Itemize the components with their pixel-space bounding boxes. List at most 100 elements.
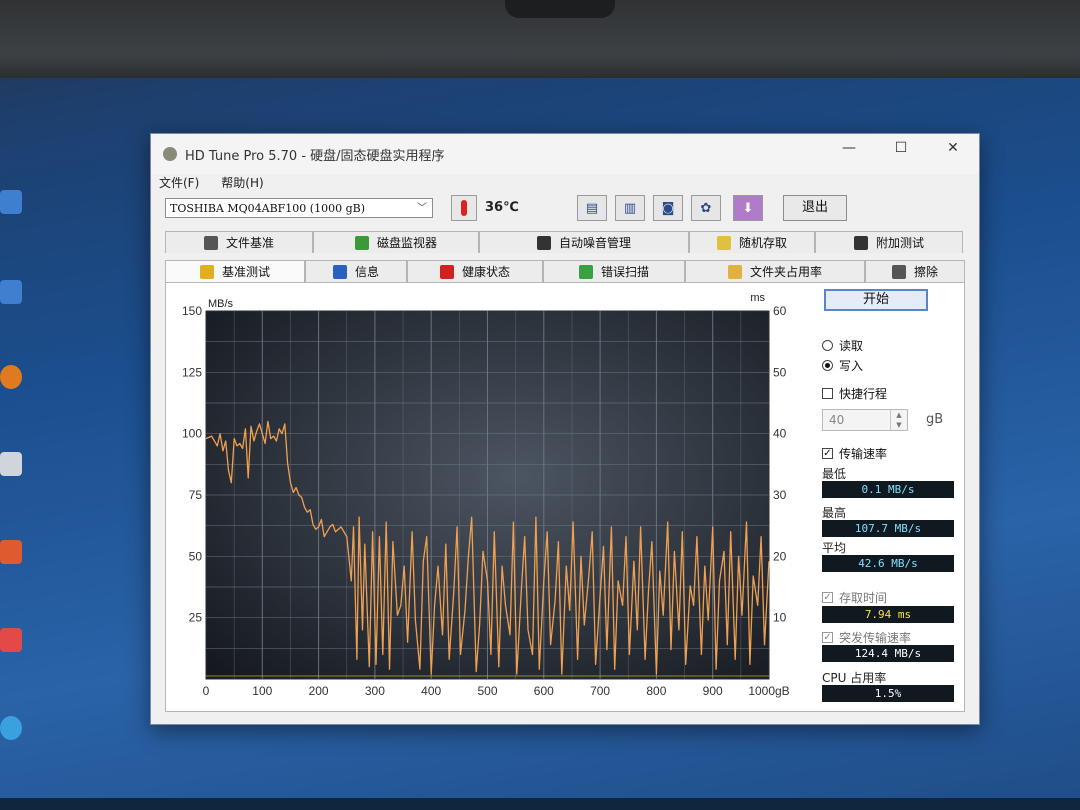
desktop-icon[interactable] (0, 452, 40, 478)
x-tick: 600 (534, 684, 554, 698)
folder-icon (727, 264, 742, 279)
info-icon (332, 264, 347, 279)
tab-bottom-2[interactable]: 健康状态 (407, 260, 543, 282)
min-label: 最低 (822, 467, 847, 481)
read-radio-dot (822, 340, 833, 351)
minimize-button[interactable]: — (823, 134, 875, 162)
benchmark-chart-svg: 1501251007550256050403020100 100 200 300 400… (182, 292, 790, 698)
burst-rate-label: 突发传输速率 (839, 631, 912, 645)
x-tick: 800 (646, 684, 666, 698)
y-tick-right: 20 (773, 549, 787, 563)
exit-button[interactable]: 退出 (783, 195, 847, 221)
burst-rate-checkbox[interactable]: ✓ 突发传输速率 (822, 629, 911, 646)
y-tick-left: 50 (189, 549, 203, 563)
y-tick-left: 150 (182, 304, 202, 318)
checkmark-icon: ✓ (822, 592, 833, 603)
desktop-icon[interactable] (0, 628, 40, 654)
tab-label: 自动噪音管理 (558, 236, 631, 250)
tab-top-4[interactable]: 附加测试 (815, 231, 963, 253)
transfer-rate-label: 传输速率 (839, 447, 888, 461)
tab-bottom-0[interactable]: 基准测试 (165, 260, 305, 282)
file-benchmark-icon (203, 235, 218, 250)
tab-top-1[interactable]: 磁盘监视器 (313, 231, 479, 253)
x-tick: 300 (365, 684, 385, 698)
max-readout: 107.7 MB/s (822, 520, 954, 537)
checkbox-box (822, 388, 833, 399)
tab-bottom-3[interactable]: 错误扫描 (543, 260, 685, 282)
tab-label: 文件基准 (225, 236, 274, 250)
tab-label: 健康状态 (461, 265, 510, 279)
y-tick-right: 60 (773, 304, 787, 318)
app-icon (163, 147, 177, 161)
tab-label: 随机存取 (738, 236, 787, 250)
tab-label: 附加测试 (875, 236, 924, 250)
benchmark-bulb-icon (199, 264, 214, 279)
start-button[interactable]: 开始 (824, 289, 928, 311)
window-title: HD Tune Pro 5.70 - 硬盘/固态硬盘实用程序 (185, 148, 445, 164)
thermometer-icon (451, 195, 477, 221)
tab-top-3[interactable]: 随机存取 (689, 231, 815, 253)
y-tick-right: 10 (773, 611, 787, 625)
y-axis-label-right: ms (750, 292, 765, 304)
maximize-button[interactable]: ☐ (875, 134, 927, 162)
tab-bottom-1[interactable]: 信息 (305, 260, 407, 282)
copy-icon: ▤ (585, 200, 599, 216)
short-stroke-spinner[interactable]: 40 ▲ ▼ (822, 409, 908, 431)
y-tick-left: 100 (182, 427, 202, 441)
desktop-icon[interactable] (0, 540, 40, 566)
avg-readout: 42.6 MB/s (822, 555, 954, 572)
drive-select-value: TOSHIBA MQ04ABF100 (1000 gB) (170, 202, 365, 215)
write-radio[interactable]: 写入 (822, 357, 863, 374)
tab-label: 错误扫描 (600, 265, 649, 279)
copy-screenshot-button[interactable]: ▥ (615, 195, 645, 221)
transfer-rate-checkbox[interactable]: ✓ 传输速率 (822, 445, 887, 462)
save-button[interactable]: ⬇ (733, 195, 763, 221)
trash-icon (891, 264, 906, 279)
health-cross-icon (439, 264, 454, 279)
min-readout: 0.1 MB/s (822, 481, 954, 498)
screenshot-button[interactable]: ◙ (653, 195, 683, 221)
tab-top-0[interactable]: 文件基准 (165, 231, 313, 253)
read-radio-label: 读取 (839, 339, 864, 353)
read-radio[interactable]: 读取 (822, 337, 863, 354)
x-tick: 100 (252, 684, 272, 698)
desktop-icon[interactable] (0, 280, 40, 306)
tab-bottom-5[interactable]: 擦除 (865, 260, 965, 282)
y-tick-right: 50 (773, 365, 787, 379)
menu-help[interactable]: 帮助(H) (221, 174, 263, 192)
tabs-row-top: 文件基准 磁盘监视器 自动噪音管理 随机存取 附加测试 (165, 231, 963, 253)
toolbar: TOSHIBA MQ04ABF100 (1000 gB) ﹀ 36℃ ▤ ▥ ◙… (151, 192, 979, 226)
checkmark-icon: ✓ (822, 632, 833, 643)
title-bar: HD Tune Pro 5.70 - 硬盘/固态硬盘实用程序 — ☐ ✕ (151, 134, 979, 174)
tab-label: 信息 (354, 265, 379, 279)
access-time-checkbox[interactable]: ✓ 存取时间 (822, 589, 887, 606)
short-stroke-label: 快捷行程 (839, 387, 888, 401)
close-button[interactable]: ✕ (927, 134, 979, 162)
random-access-icon (716, 235, 731, 250)
tab-top-2[interactable]: 自动噪音管理 (479, 231, 689, 253)
cpu-label: CPU 占用率 (822, 671, 887, 685)
desktop-icon[interactable] (0, 716, 40, 742)
write-radio-dot (822, 360, 833, 371)
checkmark-icon: ✓ (822, 448, 833, 459)
options-button[interactable]: ✿ (691, 195, 721, 221)
chevron-down-icon: ﹀ (417, 203, 427, 214)
drive-select[interactable]: TOSHIBA MQ04ABF100 (1000 gB) ﹀ (165, 198, 433, 218)
x-tick: 1000gB (748, 684, 789, 698)
short-stroke-checkbox[interactable]: 快捷行程 (822, 385, 887, 402)
temperature-value: 36℃ (485, 200, 519, 215)
max-label: 最高 (822, 506, 847, 520)
menu-file[interactable]: 文件(F) (159, 174, 199, 192)
spinner-arrows-icon[interactable]: ▲ ▼ (890, 410, 907, 430)
y-tick-right: 40 (773, 427, 787, 441)
screen-bezel (0, 0, 1080, 78)
tab-bottom-4[interactable]: 文件夹占用率 (685, 260, 865, 282)
copy-text-button[interactable]: ▤ (577, 195, 607, 221)
desktop-icon[interactable] (0, 365, 40, 391)
y-tick-left: 75 (189, 488, 203, 502)
disk-monitor-icon (354, 235, 369, 250)
desktop-icon[interactable] (0, 190, 40, 216)
benchmark-panel: 150 125 100 75 50 25 60 50 40 30 20 10 0 100 200 300 400… (165, 282, 965, 712)
webcam-housing (505, 0, 615, 18)
cpu-readout: 1.5% (822, 685, 954, 702)
